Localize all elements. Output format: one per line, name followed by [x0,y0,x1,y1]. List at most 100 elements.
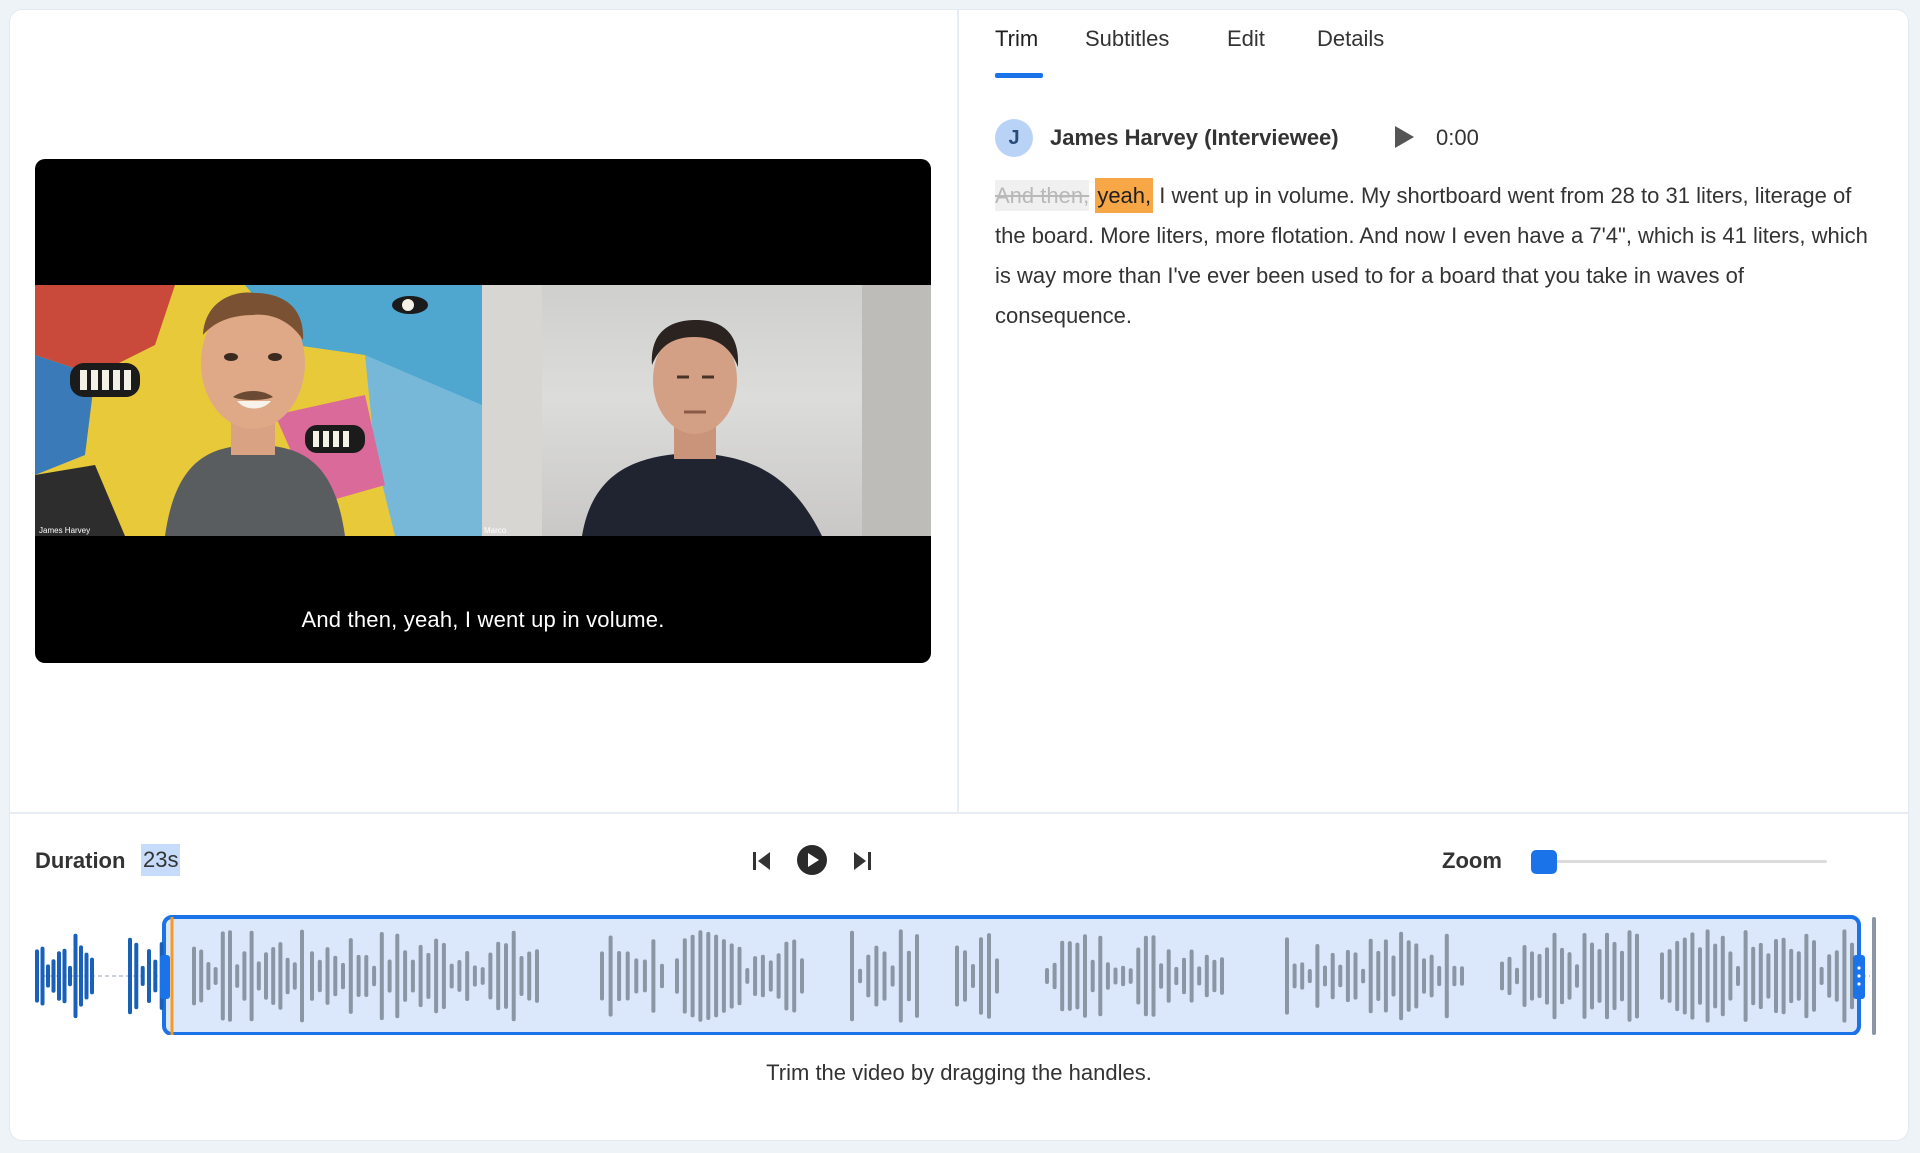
trim-handle-start[interactable] [160,955,170,999]
trim-hint: Trim the video by dragging the handles. [766,1060,1152,1085]
play-icon[interactable] [1392,124,1416,150]
tab-edit[interactable]: Edit [1227,26,1265,52]
waveform-bar [1159,963,1164,989]
waveform-bar [199,949,204,1003]
trim-selection[interactable] [162,915,1861,1035]
waveform-bar [1575,964,1579,988]
waveform-bar [1827,954,1832,998]
tab-details[interactable]: Details [1317,26,1384,52]
zoom-slider-thumb[interactable] [1530,850,1557,874]
waveform-bar [1174,966,1179,986]
waveform-bar [1330,952,1335,1000]
waveform-bar [1323,965,1327,987]
waveform-bar [426,952,431,999]
waveform-bar [206,962,211,991]
waveform-bar [379,932,384,1021]
waveform-bar [874,945,879,1007]
waveform-bar [1414,943,1419,1009]
waveform-bar [1285,937,1289,1015]
waveform-bar [1530,951,1534,1001]
waveform-bar [1197,966,1202,986]
participant-name-label: Marco [484,526,507,535]
waveform-bar [264,952,268,1000]
waveform-bar [457,960,462,992]
waveform-bar [1444,933,1449,1019]
waveform-bar [511,930,516,1022]
waveform-bar [1060,940,1065,1012]
waveform-bar [1128,968,1133,984]
waveform-bar [271,947,276,1005]
waveform-bar [698,930,703,1022]
waveform-bar [1204,954,1209,998]
waveform-bar [1166,949,1171,1003]
waveform-bar [1743,930,1748,1022]
waveform-bar [1537,953,1542,999]
editor-window: James Harvey Marco And then, yeah, I wen… [10,10,1908,1140]
waveform-bar [660,963,664,989]
waveform-bar [784,941,789,1011]
waveform-bar [979,937,983,1015]
waveform-bar [348,938,353,1014]
removed-words[interactable]: And then, [995,180,1090,211]
waveform-bar [1682,937,1687,1015]
skip-forward-icon[interactable] [851,849,873,873]
waveform-bar [395,933,400,1019]
video-player[interactable]: James Harvey Marco And then, yeah, I wen… [35,159,931,663]
waveform-bar [441,942,446,1010]
waveform-bar [317,959,322,993]
waveform-bar [1452,965,1457,987]
waveform-bar [434,938,439,1014]
waveform-bar [51,959,56,993]
waveform-timeline[interactable] [10,905,1908,1035]
waveform-bar [372,965,377,987]
waveform-bar [1736,966,1740,986]
waveform-bar [1713,943,1718,1009]
waveform-bar [1353,952,1358,1000]
skip-back-icon[interactable] [751,849,773,873]
waveform-bar [504,943,508,1009]
waveform-bar [1189,949,1194,1003]
zoom-slider-track[interactable] [1532,860,1827,863]
waveform-bar [1399,931,1404,1021]
waveform-bar [62,948,67,1004]
waveform-bar [1620,950,1624,1002]
waveform-bar [1338,964,1343,988]
waveform-bar [325,947,330,1005]
transcript-text[interactable]: And then, yeah, I went up in volume. My … [995,176,1885,336]
waveform-bar [1098,935,1103,1017]
waveform-bar [220,931,225,1021]
waveform-bar [1781,937,1786,1015]
waveform-bar [1675,940,1680,1012]
waveform-bar [1307,969,1312,984]
waveform-bar [1136,947,1141,1005]
current-word[interactable]: yeah, [1095,178,1154,213]
waveform-bar [300,929,304,1023]
waveform-bar [1605,932,1609,1020]
waveform-bar [496,941,501,1011]
video-caption: And then, yeah, I went up in volume. [301,607,665,632]
waveform-bar [84,952,89,1000]
waveform-bar [882,951,887,1001]
waveform-bar [465,951,470,1001]
waveform-bar [1437,965,1442,987]
waveform-bar [642,959,647,993]
waveform-bar [1819,966,1824,985]
waveform-bar [153,959,158,993]
waveform-bar [1705,929,1710,1023]
waveform-bar [1121,965,1126,987]
waveform-bar [1429,954,1434,998]
waveform-bar [608,935,613,1017]
waveform-bar [1597,949,1602,1003]
waveform-bar [898,929,903,1023]
waveform-bar [1660,952,1664,1000]
timeline-divider [10,812,1908,814]
waveform-bar [1812,940,1816,1012]
waveform-bar [1300,962,1305,990]
waveform-bar [46,964,50,988]
waveform-bar [1151,935,1156,1017]
waveform-bar [35,949,39,1003]
play-icon[interactable] [796,844,828,876]
tab-subtitles[interactable]: Subtitles [1085,26,1169,52]
waveform-bar [1383,939,1388,1013]
tab-trim[interactable]: Trim [995,26,1038,52]
